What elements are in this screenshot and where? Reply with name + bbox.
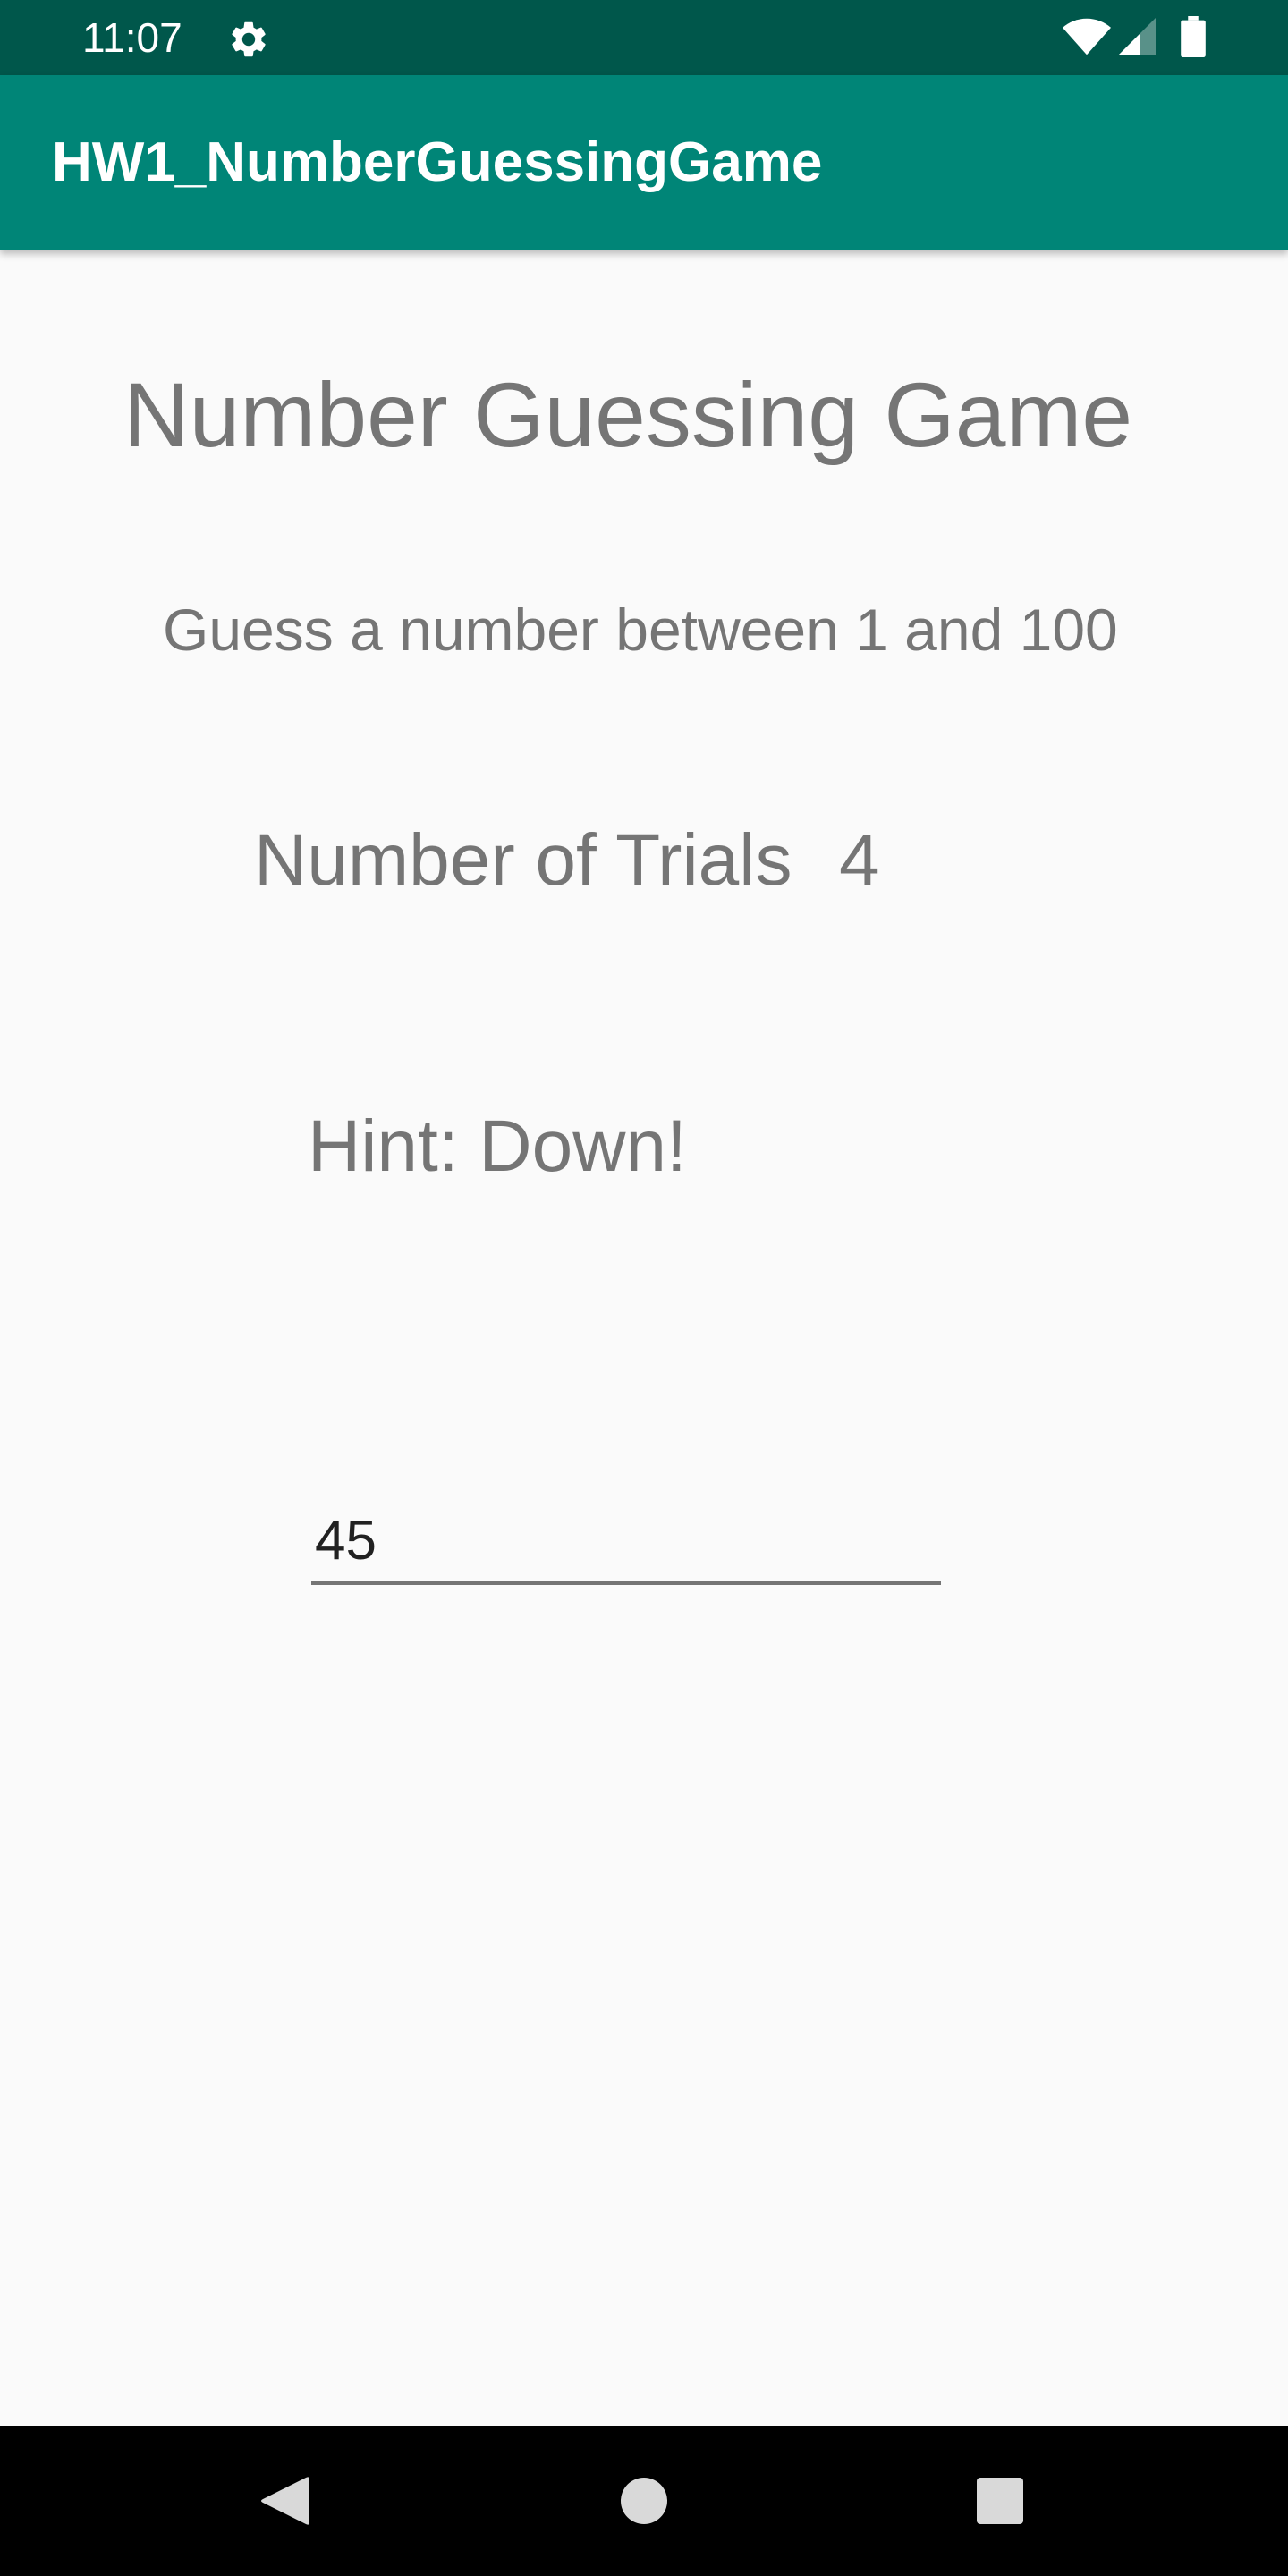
app-bar: HW1_NumberGuessingGame — [0, 75, 1288, 250]
signal-icon — [1118, 18, 1156, 55]
trials-count: 4 — [839, 819, 880, 901]
guess-input[interactable] — [311, 1499, 941, 1585]
trials-label: Number of Trials — [254, 819, 792, 901]
instruction-text: Guess a number between 1 and 100 — [163, 597, 1118, 663]
status-time: 11:07 — [82, 14, 182, 61]
gear-icon — [232, 21, 266, 57]
screen: 11:07 HW1_NumberGuessingGame Number Gues… — [0, 0, 1288, 2576]
home-icon[interactable] — [621, 2478, 667, 2524]
game-title: Number Guessing Game — [123, 364, 1133, 466]
app-title: HW1_NumberGuessingGame — [52, 131, 823, 193]
back-icon[interactable] — [259, 2474, 309, 2528]
status-bar: 11:07 — [0, 0, 1288, 75]
recents-icon[interactable] — [977, 2478, 1023, 2524]
wifi-icon — [1063, 18, 1111, 55]
hint-text: Hint: Down! — [308, 1106, 687, 1187]
battery-icon — [1181, 16, 1206, 57]
navigation-bar — [0, 2426, 1288, 2576]
